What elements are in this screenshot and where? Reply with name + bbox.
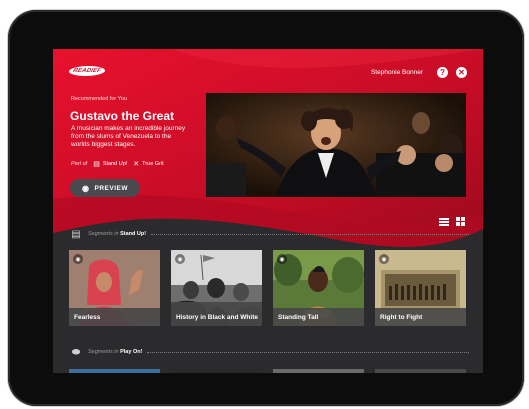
collection-link-stand-up[interactable]: Stand Up! (103, 161, 127, 167)
section-header-stand-up: ▤ Segments in Stand Up! (69, 228, 469, 240)
help-button[interactable]: ? (437, 67, 448, 78)
segment-card[interactable] (171, 369, 262, 373)
segment-title: History in Black and White (171, 302, 262, 326)
next-row-preview (69, 369, 469, 373)
eye-icon: ◉ (73, 254, 83, 264)
segment-card[interactable]: ◉ History in Black and White (171, 250, 262, 326)
user-name[interactable]: Stephonie Bonner (371, 69, 423, 76)
section-label: Segments in Stand Up! (88, 231, 147, 237)
hero-description: A musician makes an incredible journey f… (71, 125, 186, 148)
list-view-icon[interactable] (439, 218, 449, 226)
segment-card[interactable] (273, 369, 364, 373)
close-button[interactable]: ✕ (456, 67, 467, 78)
segment-title: Fearless (69, 308, 160, 326)
help-icon: ? (440, 67, 445, 77)
segment-card[interactable]: ◉ Right to Fight (375, 250, 466, 326)
section-divider (151, 233, 469, 235)
grid-view-icon[interactable] (456, 217, 465, 226)
hero-title: Gustavo the Great (70, 109, 175, 123)
segment-cards: ◉ Fearless ◉ History in Black and White (69, 250, 469, 326)
part-of-row: Part of ▤ Stand Up! ✕ True Grit (71, 160, 164, 168)
recommended-label: Recommended for You (71, 96, 127, 102)
preview-label: PREVIEW (94, 184, 128, 192)
section-label: Segments in Play On! (88, 349, 143, 355)
eye-icon: ◉ (175, 254, 185, 264)
segment-card[interactable] (69, 369, 160, 373)
app-screen: READIEF Stephonie Bonner ? ✕ Recommended… (53, 49, 483, 373)
segment-card[interactable] (375, 369, 466, 373)
part-of-label: Part of (71, 161, 88, 167)
eye-icon: ◉ (277, 254, 287, 264)
segment-title: Standing Tall (273, 308, 364, 326)
sign-icon: ▤ (93, 161, 100, 168)
section-header-play-on: ⬬ Segments in Play On! (69, 346, 469, 358)
eye-icon: ◉ (82, 183, 90, 193)
collection-link-true-grit[interactable]: True Grit (142, 161, 164, 167)
segment-card[interactable]: ◉ Fearless (69, 250, 160, 326)
preview-button[interactable]: ◉ PREVIEW (70, 179, 140, 197)
segment-title: Right to Fight (375, 308, 466, 326)
medal-icon: ✕ (133, 161, 140, 168)
eye-icon: ◉ (379, 254, 389, 264)
football-icon: ⬬ (71, 346, 81, 358)
segment-card[interactable]: ◉ Standing Tall (273, 250, 364, 326)
hero-video-image[interactable] (206, 93, 466, 197)
sign-icon: ▤ (71, 228, 81, 240)
close-icon: ✕ (458, 67, 465, 77)
section-divider (147, 351, 469, 353)
